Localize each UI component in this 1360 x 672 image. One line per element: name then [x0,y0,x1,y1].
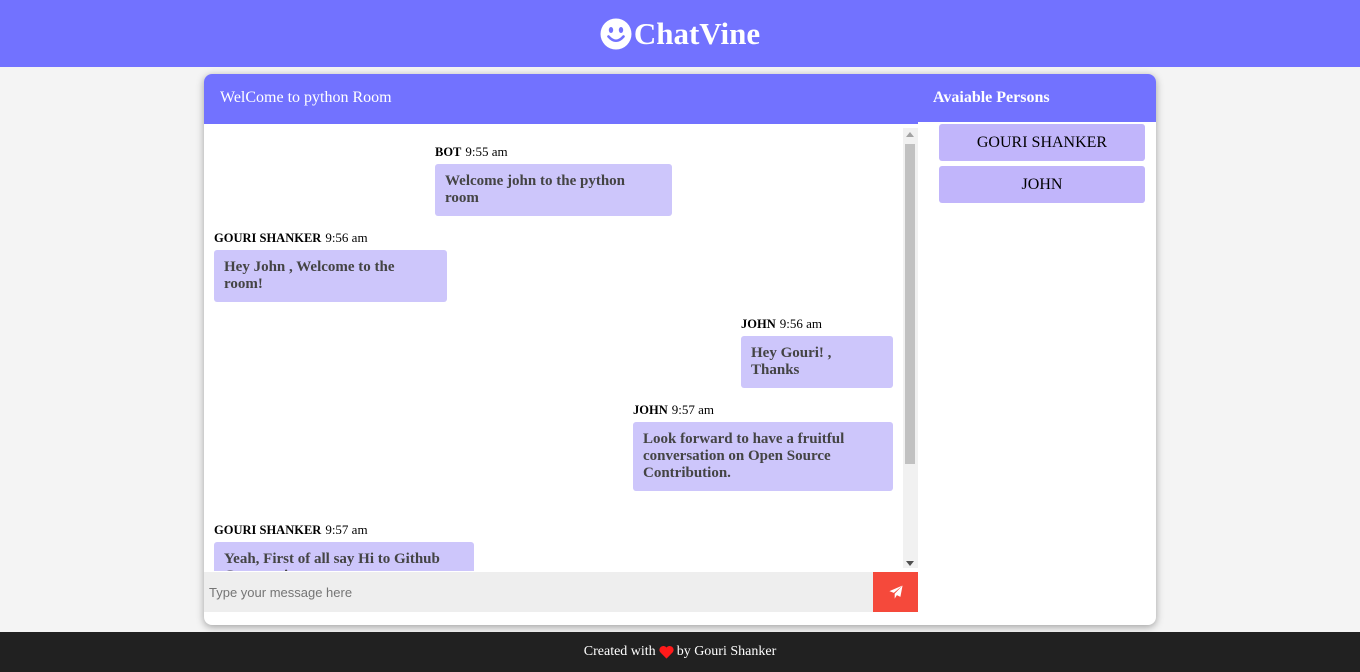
message-meta: GOURI SHANKER 9:56 am [214,230,447,245]
footer: Created with by Gouri Shanker [0,632,1360,672]
message-item: JOHN 9:56 am Hey Gouri! , Thanks [741,316,893,388]
message-bubble: Hey John , Welcome to the room! [214,250,447,302]
message-item: GOURI SHANKER 9:57 am Yeah, First of all … [214,522,474,571]
message-author: JOHN [633,403,668,417]
brand-name: ChatVine [633,15,761,51]
message-meta: BOT 9:55 am [435,144,672,159]
persons-title: Avaiable Persons [918,74,1156,122]
message-item: JOHN 9:57 am Look forward to have a fruit… [633,402,893,491]
message-meta: JOHN 9:56 am [741,316,893,331]
top-bar: ChatVine [0,0,1360,67]
message-input[interactable] [204,572,873,612]
message-author: GOURI SHANKER [214,523,322,537]
message-composer [204,572,918,612]
message-meta: GOURI SHANKER 9:57 am [214,522,474,537]
message-meta: JOHN 9:57 am [633,402,893,417]
message-list[interactable]: BOT 9:55 am Welcome john to the python ro… [204,124,903,571]
persons-list: GOURI SHANKER JOHN [939,124,1145,208]
brand-logo[interactable]: ChatVine [600,16,760,52]
message-time: 9:57 am [325,522,368,537]
message-author: JOHN [741,317,776,331]
message-time: 9:55 am [465,144,508,159]
send-button[interactable] [873,572,918,612]
chat-card: WelCome to python Room Avaiable Persons … [204,74,1156,625]
message-time: 9:57 am [671,402,714,417]
message-bubble: Welcome john to the python room [435,164,672,216]
message-bubble: Hey Gouri! , Thanks [741,336,893,388]
scroll-up-arrow-icon[interactable] [906,132,914,137]
message-time: 9:56 am [325,230,368,245]
message-scrollbar[interactable] [903,128,918,568]
message-author: BOT [435,145,462,159]
message-item: GOURI SHANKER 9:56 am Hey John , Welcome … [214,230,447,302]
message-author: GOURI SHANKER [214,231,322,245]
footer-suffix: by Gouri Shanker [676,644,777,659]
footer-prefix: Created with [583,644,656,659]
message-item: BOT 9:55 am Welcome john to the python ro… [435,144,672,216]
room-title: WelCome to python Room [204,74,918,124]
smiley-icon [600,18,632,49]
paper-plane-icon [888,585,903,599]
message-time: 9:56 am [779,316,822,331]
message-bubble: Look forward to have a fruitful conversa… [633,422,893,491]
heart-icon [659,645,674,659]
person-gouri-shanker[interactable]: GOURI SHANKER [939,124,1145,161]
scroll-down-arrow-icon[interactable] [906,561,914,566]
scroll-thumb[interactable] [905,144,915,464]
message-bubble: Yeah, First of all say Hi to Github Comm… [214,542,474,571]
person-john[interactable]: JOHN [939,166,1145,203]
